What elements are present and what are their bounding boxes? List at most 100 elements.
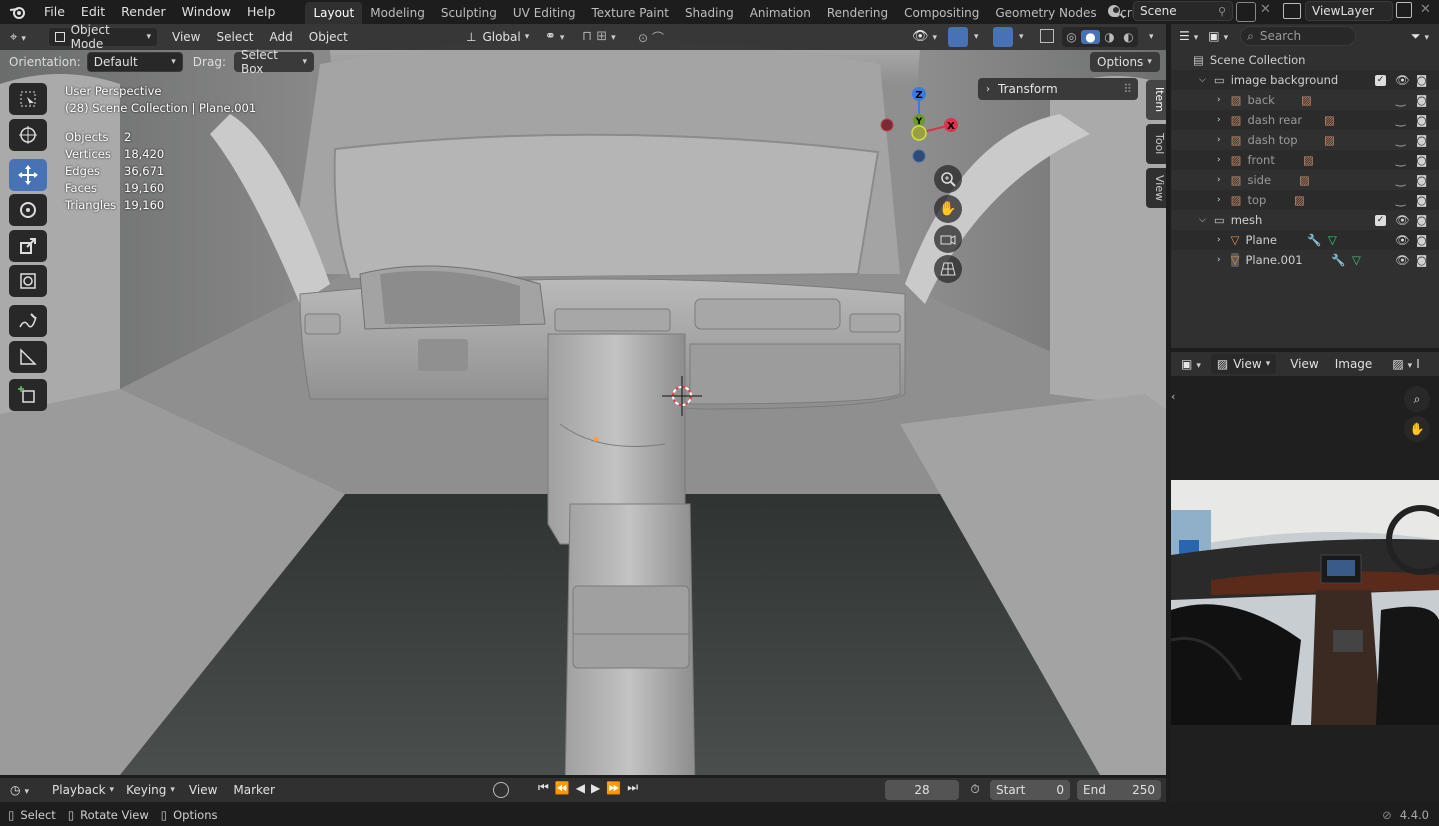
overlay-dropdown-icon[interactable]: ▾ bbox=[1019, 32, 1024, 42]
navigation-gizmo[interactable]: Z X Y bbox=[876, 84, 966, 164]
remove-scene-icon[interactable]: ✕ bbox=[1260, 2, 1271, 17]
eye-closed-icon[interactable]: ‿ bbox=[1396, 133, 1405, 147]
shading-dropdown-icon[interactable]: ▾ bbox=[1149, 32, 1154, 42]
scale-tool[interactable] bbox=[9, 230, 47, 262]
add-cube-tool[interactable] bbox=[9, 379, 47, 411]
eye-icon[interactable]: 👁 bbox=[1395, 233, 1410, 247]
chevron-down-icon[interactable]: ⌵ bbox=[1199, 75, 1206, 85]
outliner-row-image[interactable]: › ▨ dash rear ▨ ‿ ◙ bbox=[1171, 110, 1439, 130]
rendered-shading-icon[interactable]: ◐ bbox=[1119, 30, 1138, 44]
menu-file[interactable]: File bbox=[36, 0, 73, 24]
gizmo-toggle-icon[interactable] bbox=[948, 27, 968, 47]
outliner-search-input[interactable]: ⌕ Search bbox=[1240, 26, 1357, 46]
chevron-right-icon[interactable]: › bbox=[1217, 195, 1221, 205]
chevron-down-icon[interactable]: ⌵ bbox=[1199, 215, 1206, 225]
cursor-tool[interactable] bbox=[9, 119, 47, 151]
menu-edit[interactable]: Edit bbox=[73, 0, 113, 24]
tab-geometry-nodes[interactable]: Geometry Nodes bbox=[987, 2, 1104, 24]
camera-icon[interactable]: ◙ bbox=[1416, 113, 1427, 127]
options-dropdown[interactable]: Options ▾ bbox=[1090, 52, 1160, 72]
solid-shading-icon[interactable]: ● bbox=[1081, 30, 1100, 44]
timeline-editor-icon[interactable]: ◷ ▾ bbox=[10, 783, 40, 797]
display-mode-icon[interactable]: ▣ ▾ bbox=[1208, 29, 1228, 43]
checkbox-icon[interactable]: ✓ bbox=[1375, 74, 1386, 86]
outliner-row-image[interactable]: › ▨ dash top ▨ ‿ ◙ bbox=[1171, 130, 1439, 150]
chevron-right-icon[interactable]: › bbox=[1217, 115, 1221, 125]
xray-icon[interactable] bbox=[1040, 29, 1054, 43]
outliner-row-mesh[interactable]: › ▽ Plane 🔧 ▽ 👁 ◙ bbox=[1171, 230, 1439, 250]
wireframe-shading-icon[interactable]: ◎ bbox=[1062, 30, 1081, 44]
mode-selector[interactable]: Object Mode ▾ bbox=[48, 24, 158, 51]
auto-keying-icon[interactable] bbox=[493, 782, 509, 798]
view-layer-selector[interactable]: ViewLayer bbox=[1305, 1, 1393, 21]
transform-tool[interactable] bbox=[9, 265, 47, 297]
3d-viewport[interactable]: ⌖ ▾ Object Mode ▾ View Select Add Object ⊥… bbox=[0, 24, 1166, 775]
play-reverse-icon[interactable]: ◀ bbox=[576, 781, 585, 795]
menu-object[interactable]: Object bbox=[301, 30, 356, 44]
outliner-row-scene-collection[interactable]: ▤ Scene Collection bbox=[1171, 50, 1439, 70]
blender-logo-icon[interactable] bbox=[0, 4, 36, 20]
tab-modeling[interactable]: Modeling bbox=[362, 2, 433, 24]
tab-tool[interactable]: Tool bbox=[1146, 124, 1166, 164]
camera-icon[interactable]: ◙ bbox=[1416, 73, 1427, 87]
current-frame-field[interactable]: 28 bbox=[885, 780, 959, 800]
menu-select[interactable]: Select bbox=[208, 30, 261, 44]
prev-keyframe-icon[interactable]: ⏪ bbox=[555, 781, 570, 795]
tab-shading[interactable]: Shading bbox=[677, 2, 742, 24]
remove-view-layer-icon[interactable]: ✕ bbox=[1420, 2, 1431, 17]
drag-handle-icon[interactable]: ⠿ bbox=[1123, 82, 1132, 96]
image-editor[interactable]: ▣ ▾ ▨ View ▾ View Image ▨ ▾ I ‹ ⌕ ✋ bbox=[1171, 352, 1439, 802]
transform-orientation-selector[interactable]: ⊥ Global ▾ bbox=[460, 27, 540, 47]
start-frame-field[interactable]: Start 0 bbox=[990, 780, 1070, 800]
material-shading-icon[interactable]: ◑ bbox=[1100, 30, 1119, 44]
end-frame-field[interactable]: End 250 bbox=[1077, 780, 1161, 800]
snap-icon[interactable]: ⊓ ⊞ ▾ bbox=[582, 29, 616, 44]
tab-sculpting[interactable]: Sculpting bbox=[433, 2, 505, 24]
tab-view[interactable]: View bbox=[1146, 168, 1166, 208]
play-icon[interactable]: ▶ bbox=[591, 781, 600, 795]
pan-hand-icon[interactable]: ✋ bbox=[934, 195, 962, 223]
marker-menu[interactable]: Marker bbox=[225, 783, 282, 797]
tab-uv-editing[interactable]: UV Editing bbox=[505, 2, 584, 24]
view-layer-icon[interactable] bbox=[1283, 3, 1301, 19]
outliner-row-collection[interactable]: ⌵ ▭ mesh ✓ 👁 ◙ bbox=[1171, 210, 1439, 230]
outliner-row-image[interactable]: › ▨ side ▨ ‿ ◙ bbox=[1171, 170, 1439, 190]
image-editor-type-icon[interactable]: ▣ ▾ bbox=[1181, 357, 1201, 371]
filter-icon[interactable]: ⏷ ▾ bbox=[1411, 29, 1429, 44]
playback-menu[interactable]: Playback ▾ bbox=[46, 780, 120, 800]
chevron-right-icon[interactable]: › bbox=[1217, 155, 1221, 165]
sidebar-toggle-icon[interactable]: ‹ bbox=[1171, 390, 1175, 403]
tab-item[interactable]: Item bbox=[1146, 80, 1166, 120]
eye-closed-icon[interactable]: ‿ bbox=[1396, 173, 1405, 187]
outliner-row-mesh[interactable]: › ▽ Plane.001 🔧 ▽ 👁 ◙ bbox=[1171, 250, 1439, 270]
chevron-right-icon[interactable]: › bbox=[1217, 135, 1221, 145]
chevron-right-icon[interactable]: › bbox=[1217, 95, 1221, 105]
eye-icon[interactable]: 👁 bbox=[1395, 253, 1410, 267]
image-zoom-icon[interactable]: ⌕ bbox=[1404, 386, 1430, 412]
rotate-tool[interactable] bbox=[9, 194, 47, 226]
camera-icon[interactable]: ◙ bbox=[1416, 93, 1427, 107]
scene-selector[interactable]: Scene ⚲ bbox=[1133, 1, 1233, 21]
move-tool[interactable] bbox=[9, 159, 47, 191]
image-view-menu[interactable]: View bbox=[1282, 357, 1326, 371]
tab-rendering[interactable]: Rendering bbox=[819, 2, 896, 24]
gizmo-dropdown-icon[interactable]: ▾ bbox=[974, 32, 979, 42]
eye-closed-icon[interactable]: ‿ bbox=[1396, 113, 1405, 127]
camera-view-icon[interactable] bbox=[934, 225, 962, 253]
menu-help[interactable]: Help bbox=[239, 0, 284, 24]
eye-closed-icon[interactable]: ‿ bbox=[1396, 193, 1405, 207]
timeline-view-menu[interactable]: View bbox=[181, 783, 225, 797]
new-scene-icon[interactable] bbox=[1236, 2, 1256, 22]
camera-icon[interactable]: ◙ bbox=[1416, 153, 1427, 167]
camera-icon[interactable]: ◙ bbox=[1416, 213, 1427, 227]
camera-icon[interactable]: ◙ bbox=[1416, 193, 1427, 207]
editor-type-icon[interactable]: ⌖ ▾ bbox=[10, 30, 40, 45]
tab-texture-paint[interactable]: Texture Paint bbox=[584, 2, 677, 24]
outliner-row-collection[interactable]: ⌵ ▭ image background ✓ 👁 ◙ bbox=[1171, 70, 1439, 90]
chevron-right-icon[interactable]: › bbox=[1217, 255, 1221, 265]
view-mode-selector[interactable]: ▨ View ▾ bbox=[1210, 354, 1277, 374]
eye-closed-icon[interactable]: ‿ bbox=[1396, 153, 1405, 167]
outliner-row-image[interactable]: › ▨ back ▨ ‿ ◙ bbox=[1171, 90, 1439, 110]
image-menu[interactable]: Image bbox=[1327, 357, 1381, 371]
chevron-right-icon[interactable]: › bbox=[1217, 175, 1221, 185]
